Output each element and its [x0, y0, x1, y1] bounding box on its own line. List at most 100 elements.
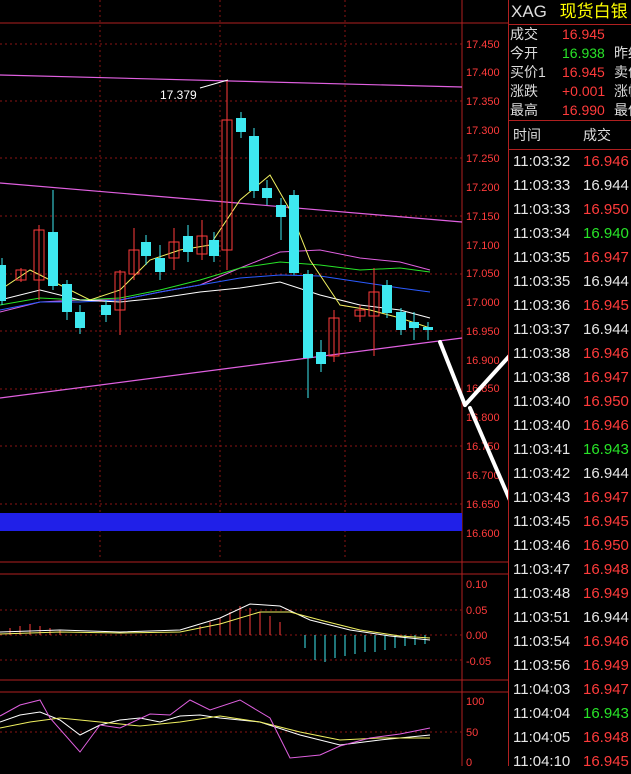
tick-time: 11:03:34 — [513, 225, 571, 242]
tick-row: 11:03:33 16.950 — [509, 198, 631, 222]
macd-axis: 0.10 0.05 0.00 -0.05 — [466, 579, 491, 668]
tick-row: 11:03:37 16.944 — [509, 318, 631, 342]
tick-price: 16.947 — [583, 249, 629, 266]
tick-price: 16.940 — [583, 225, 629, 242]
price-tick: 17.350 — [466, 96, 500, 108]
tick-row: 11:03:45 16.945 — [509, 510, 631, 534]
tick-price: 16.943 — [583, 441, 629, 458]
tick-time: 11:03:40 — [513, 417, 571, 434]
tick-time: 11:03:32 — [513, 153, 571, 170]
price-tick: 16.700 — [466, 470, 500, 482]
tick-price: 16.946 — [583, 633, 629, 650]
tick-price: 16.944 — [583, 609, 629, 626]
tick-row: 11:03:54 16.946 — [509, 630, 631, 654]
quote-row-bid: 买价1 16.945 卖价1 — [510, 64, 631, 80]
tick-price: 16.946 — [583, 345, 629, 362]
svg-text:0.00: 0.00 — [466, 630, 487, 642]
price-tick: 17.000 — [466, 297, 500, 309]
price-tick: 17.450 — [466, 39, 500, 51]
tick-row: 11:03:42 16.944 — [509, 462, 631, 486]
quote-row-open: 今开 16.938 昨结 — [510, 45, 631, 61]
support-zone — [0, 513, 462, 531]
price-tick: 17.050 — [466, 268, 500, 280]
tick-price: 16.944 — [583, 465, 629, 482]
price-tick: 16.950 — [466, 326, 500, 338]
tick-row: 11:03:36 16.945 — [509, 294, 631, 318]
kdj-axis: 100 50 0 — [466, 696, 484, 766]
ticks-header: 时间 成交 — [509, 120, 631, 150]
peak-marker — [199, 79, 229, 89]
price-tick: 17.250 — [466, 153, 500, 165]
kline-chart[interactable]: 17.450 17.400 17.350 17.300 17.250 17.20… — [0, 0, 508, 766]
tick-time: 11:04:04 — [513, 705, 571, 722]
tick-row: 11:03:32 16.946 — [509, 150, 631, 174]
svg-text:0: 0 — [466, 757, 472, 766]
last-price: 16.945 — [562, 26, 605, 42]
quote-row-change: 涨跌 +0.001 涨幅 — [510, 83, 631, 99]
tick-row: 11:04:03 16.947 — [509, 678, 631, 702]
tick-time: 11:03:33 — [513, 177, 571, 194]
tick-price: 16.944 — [583, 321, 629, 338]
tick-time: 11:04:03 — [513, 681, 571, 698]
trend-channel — [0, 74, 463, 399]
price-tick: 17.100 — [466, 240, 500, 252]
tick-price: 16.949 — [583, 585, 629, 602]
tick-row: 11:04:05 16.948 — [509, 726, 631, 750]
tick-time: 11:03:38 — [513, 345, 571, 362]
tick-time: 11:03:47 — [513, 561, 571, 578]
quote-panel: XAG 现货白银 成交 16.945 今开 16.938 昨结 买价1 16.9… — [508, 0, 631, 770]
tick-price: 16.945 — [583, 753, 629, 770]
tick-time: 11:03:43 — [513, 489, 571, 506]
tick-price: 16.944 — [583, 177, 629, 194]
tick-row: 11:03:46 16.950 — [509, 534, 631, 558]
tick-time: 11:03:51 — [513, 609, 571, 626]
tick-time: 11:03:33 — [513, 201, 571, 218]
instrument-name: 现货白银 — [559, 2, 628, 21]
tick-time: 11:03:36 — [513, 297, 571, 314]
tick-price: 16.944 — [583, 273, 629, 290]
tick-row: 11:03:41 16.943 — [509, 438, 631, 462]
tick-row: 11:03:38 16.947 — [509, 366, 631, 390]
instrument-title: XAG 现货白银 — [509, 0, 631, 25]
instrument-code: XAG — [511, 2, 547, 21]
kdj-lines — [0, 699, 431, 759]
tick-time: 11:03:42 — [513, 465, 571, 482]
tick-time: 11:03:46 — [513, 537, 571, 554]
tick-row: 11:03:35 16.947 — [509, 246, 631, 270]
tick-time: 11:04:05 — [513, 729, 571, 746]
svg-text:0.05: 0.05 — [466, 605, 487, 617]
tick-price: 16.946 — [583, 153, 629, 170]
tick-time: 11:04:10 — [513, 753, 571, 770]
svg-text:0.10: 0.10 — [466, 579, 487, 591]
tick-price: 16.945 — [583, 297, 629, 314]
tick-price: 16.945 — [583, 513, 629, 530]
price-tick: 17.150 — [466, 211, 500, 223]
change-value: +0.001 — [562, 83, 606, 99]
peak-label: 17.379 — [160, 88, 197, 102]
tick-price: 16.948 — [583, 729, 629, 746]
tick-time: 11:03:48 — [513, 585, 571, 602]
tick-row: 11:04:04 16.943 — [509, 702, 631, 726]
tick-time: 11:03:45 — [513, 513, 571, 530]
bid-price: 16.945 — [562, 64, 605, 80]
tick-price: 16.947 — [583, 681, 629, 698]
open-price: 16.938 — [562, 45, 605, 61]
tick-row: 11:03:40 16.946 — [509, 414, 631, 438]
high-price: 16.990 — [562, 102, 605, 118]
svg-text:-0.05: -0.05 — [466, 656, 491, 668]
tick-list[interactable]: 11:03:32 16.946 11:03:33 16.944 11:03:33 16.9… — [509, 150, 631, 774]
tick-price: 16.947 — [583, 489, 629, 506]
tick-row: 11:03:40 16.950 — [509, 390, 631, 414]
tick-price: 16.948 — [583, 561, 629, 578]
price-tick: 17.300 — [466, 125, 500, 137]
macd-histogram — [9, 606, 426, 662]
tick-row: 11:04:10 16.945 — [509, 750, 631, 774]
price-tick: 16.750 — [466, 441, 500, 453]
tick-price: 16.943 — [583, 705, 629, 722]
svg-text:100: 100 — [466, 696, 484, 708]
tick-time: 11:03:41 — [513, 441, 571, 458]
tick-row: 11:03:56 16.949 — [509, 654, 631, 678]
price-tick: 16.650 — [466, 499, 500, 511]
tick-time: 11:03:38 — [513, 369, 571, 386]
tick-row: 11:03:38 16.946 — [509, 342, 631, 366]
